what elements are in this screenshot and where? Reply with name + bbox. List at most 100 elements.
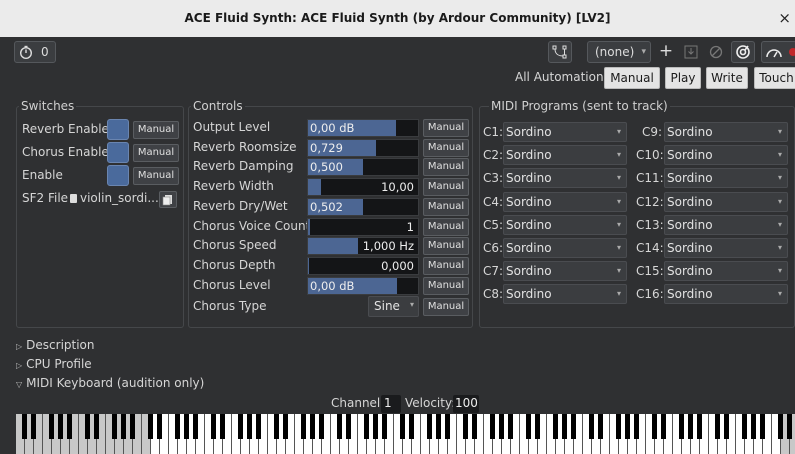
black-key[interactable] bbox=[148, 414, 153, 439]
midi-keyboard-expander[interactable]: ▽ MIDI Keyboard (audition only) bbox=[16, 376, 204, 390]
black-key[interactable] bbox=[238, 414, 243, 439]
black-key[interactable] bbox=[337, 414, 342, 439]
program-c9-select[interactable]: Sordino ▾ bbox=[664, 122, 788, 142]
black-key[interactable] bbox=[697, 414, 702, 439]
black-key[interactable] bbox=[661, 414, 666, 439]
black-key[interactable] bbox=[409, 414, 414, 439]
black-key[interactable] bbox=[634, 414, 639, 439]
black-key[interactable] bbox=[715, 414, 720, 439]
program-c1-select[interactable]: Sordino ▾ bbox=[503, 122, 627, 142]
enable-toggle[interactable] bbox=[107, 165, 129, 186]
black-key[interactable] bbox=[175, 414, 180, 439]
chorus-voice-count-slider[interactable]: 1 bbox=[307, 217, 419, 236]
black-key[interactable] bbox=[112, 414, 117, 439]
plugin-analysis-button[interactable] bbox=[731, 41, 755, 63]
black-key[interactable] bbox=[274, 414, 279, 439]
chorus-voice-count-manual-button[interactable]: Manual bbox=[423, 217, 469, 236]
program-c2-select[interactable]: Sordino ▾ bbox=[503, 145, 627, 166]
preset-select[interactable]: (none) ▾ bbox=[587, 41, 651, 63]
black-key[interactable] bbox=[688, 414, 693, 439]
black-key[interactable] bbox=[616, 414, 621, 439]
chorus-type-select[interactable]: Sine ▾ bbox=[368, 296, 419, 317]
reverb-damping-manual-button[interactable]: Manual bbox=[423, 158, 469, 177]
chorus-type-manual-button[interactable]: Manual bbox=[423, 298, 469, 316]
pin-routing-button[interactable] bbox=[548, 41, 572, 63]
program-c3-select[interactable]: Sordino ▾ bbox=[503, 168, 627, 189]
black-key[interactable] bbox=[787, 414, 792, 439]
reverb-dry-wet-manual-button[interactable]: Manual bbox=[423, 197, 469, 216]
latency-button[interactable]: 0 bbox=[14, 41, 56, 63]
black-key[interactable] bbox=[652, 414, 657, 439]
black-key[interactable] bbox=[283, 414, 288, 439]
reverb-width-manual-button[interactable]: Manual bbox=[423, 178, 469, 197]
black-key[interactable] bbox=[58, 414, 63, 439]
velocity-spinner[interactable]: 100 bbox=[453, 395, 479, 413]
reverb-width-slider[interactable]: 10,00 bbox=[307, 178, 419, 197]
enable-manual-button[interactable]: Manual bbox=[133, 167, 179, 185]
black-key[interactable] bbox=[85, 414, 90, 439]
black-key[interactable] bbox=[364, 414, 369, 439]
black-key[interactable] bbox=[22, 414, 27, 439]
black-key[interactable] bbox=[598, 414, 603, 439]
black-key[interactable] bbox=[400, 414, 405, 439]
black-key[interactable] bbox=[562, 414, 567, 439]
reverb-damping-slider[interactable]: 0,500 bbox=[307, 158, 419, 177]
program-c12-select[interactable]: Sordino ▾ bbox=[664, 191, 788, 212]
black-key[interactable] bbox=[490, 414, 495, 439]
black-key[interactable] bbox=[121, 414, 126, 439]
program-c16-select[interactable]: Sordino ▾ bbox=[664, 284, 788, 305]
black-key[interactable] bbox=[499, 414, 504, 439]
black-key[interactable] bbox=[463, 414, 468, 439]
sf2-file-name[interactable]: violin_sordi... bbox=[80, 191, 159, 205]
close-window-button[interactable]: × bbox=[778, 0, 791, 37]
midi-keyboard[interactable] bbox=[16, 414, 795, 454]
black-key[interactable] bbox=[760, 414, 765, 439]
black-key[interactable] bbox=[184, 414, 189, 439]
automation-manual-button[interactable]: Manual bbox=[604, 67, 660, 89]
reverb-enable-manual-button[interactable]: Manual bbox=[133, 121, 179, 139]
channel-spinner[interactable]: 1 bbox=[381, 395, 401, 413]
program-c15-select[interactable]: Sordino ▾ bbox=[664, 261, 788, 282]
output-level-slider[interactable]: 0,00 dB bbox=[307, 119, 419, 137]
cpu-profile-button[interactable] bbox=[761, 41, 795, 63]
black-key[interactable] bbox=[472, 414, 477, 439]
program-c7-select[interactable]: Sordino ▾ bbox=[503, 261, 627, 282]
program-c13-select[interactable]: Sordino ▾ bbox=[664, 214, 788, 235]
chorus-speed-manual-button[interactable]: Manual bbox=[423, 237, 469, 256]
black-key[interactable] bbox=[526, 414, 531, 439]
black-key[interactable] bbox=[301, 414, 306, 439]
black-key[interactable] bbox=[508, 414, 513, 439]
reverb-roomsize-manual-button[interactable]: Manual bbox=[423, 138, 469, 157]
chorus-enable-toggle[interactable] bbox=[107, 142, 129, 163]
add-preset-button[interactable]: + bbox=[656, 41, 676, 63]
chorus-depth-manual-button[interactable]: Manual bbox=[423, 256, 469, 275]
black-key[interactable] bbox=[724, 414, 729, 439]
automation-write-button[interactable]: Write bbox=[706, 67, 748, 89]
black-key[interactable] bbox=[157, 414, 162, 439]
black-key[interactable] bbox=[247, 414, 252, 439]
black-key[interactable] bbox=[553, 414, 558, 439]
automation-touch-button[interactable]: Touch bbox=[754, 67, 795, 89]
black-key[interactable] bbox=[382, 414, 387, 439]
black-key[interactable] bbox=[625, 414, 630, 439]
black-key[interactable] bbox=[346, 414, 351, 439]
black-key[interactable] bbox=[445, 414, 450, 439]
black-key[interactable] bbox=[436, 414, 441, 439]
black-key[interactable] bbox=[535, 414, 540, 439]
black-key[interactable] bbox=[220, 414, 225, 439]
black-key[interactable] bbox=[427, 414, 432, 439]
chorus-enable-manual-button[interactable]: Manual bbox=[133, 144, 179, 162]
program-c5-select[interactable]: Sordino ▾ bbox=[503, 214, 627, 235]
black-key[interactable] bbox=[310, 414, 315, 439]
black-key[interactable] bbox=[211, 414, 216, 439]
delete-preset-button[interactable] bbox=[706, 41, 726, 63]
automation-play-button[interactable]: Play bbox=[665, 67, 701, 89]
output-level-manual-button[interactable]: Manual bbox=[423, 119, 469, 137]
black-key[interactable] bbox=[742, 414, 747, 439]
reverb-enable-toggle[interactable] bbox=[107, 119, 129, 140]
black-key[interactable] bbox=[31, 414, 36, 439]
chorus-depth-slider[interactable]: 0,000 bbox=[307, 256, 419, 275]
black-key[interactable] bbox=[571, 414, 576, 439]
black-key[interactable] bbox=[67, 414, 72, 439]
program-c8-select[interactable]: Sordino ▾ bbox=[503, 284, 627, 305]
